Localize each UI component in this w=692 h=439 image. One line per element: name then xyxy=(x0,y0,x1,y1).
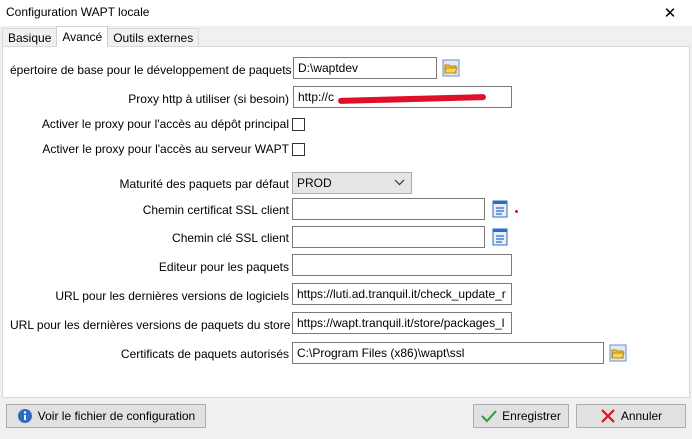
ssl-cert-input[interactable] xyxy=(292,198,485,220)
cross-icon xyxy=(600,408,616,424)
folder-open-icon[interactable] xyxy=(441,58,461,78)
url-store-input[interactable]: https://wapt.tranquil.it/store/packages_… xyxy=(292,312,512,334)
proxy-repo-label: Activer le proxy pour l'accès au dépôt p… xyxy=(41,117,289,131)
close-icon[interactable]: ✕ xyxy=(648,0,692,26)
cancel-button[interactable]: Annuler xyxy=(576,404,686,428)
save-label: Enregistrer xyxy=(502,409,561,423)
title-bar: Configuration WAPT locale ✕ xyxy=(0,0,692,26)
certs-input[interactable]: C:\Program Files (x86)\wapt\ssl xyxy=(292,342,604,364)
proxy-server-label: Activer le proxy pour l'accès au serveur… xyxy=(42,142,289,156)
view-config-label: Voir le fichier de configuration xyxy=(37,409,196,423)
ssl-cert-label: Chemin certificat SSL client xyxy=(142,203,289,217)
certs-label: Certificats de paquets autorisés xyxy=(120,347,289,361)
document-icon[interactable] xyxy=(490,227,510,247)
tab-bar: Basique Avancé Outils externes xyxy=(2,26,200,47)
proxy-server-checkbox[interactable] xyxy=(292,143,305,156)
ssl-key-input[interactable] xyxy=(292,226,485,248)
maturity-label: Maturité des paquets par défaut xyxy=(119,177,289,191)
marker-dot xyxy=(515,210,518,213)
maturity-value: PROD xyxy=(297,176,332,190)
chevron-down-icon xyxy=(394,175,405,192)
proxy-label: Proxy http à utiliser (si besoin) xyxy=(128,92,289,106)
tab-outils-externes[interactable]: Outils externes xyxy=(107,28,200,47)
base-dir-label: épertoire de base pour le développement … xyxy=(10,63,292,77)
checkmark-icon xyxy=(481,409,497,423)
editor-input[interactable] xyxy=(292,254,512,276)
document-icon[interactable] xyxy=(490,199,510,219)
folder-open-icon[interactable] xyxy=(608,343,628,363)
ssl-key-label: Chemin clé SSL client xyxy=(172,231,289,245)
info-icon xyxy=(17,408,33,424)
url-software-input[interactable]: https://luti.ad.tranquil.it/check_update… xyxy=(292,283,512,305)
window-title: Configuration WAPT locale xyxy=(6,5,150,19)
url-software-label: URL pour les dernières versions de logic… xyxy=(55,289,289,303)
editor-label: Editeur pour les paquets xyxy=(158,260,289,274)
cancel-label: Annuler xyxy=(620,409,663,423)
tab-basique[interactable]: Basique xyxy=(2,28,58,47)
view-config-button[interactable]: Voir le fichier de configuration xyxy=(6,404,206,428)
tab-avance[interactable]: Avancé xyxy=(56,26,109,47)
proxy-repo-checkbox[interactable] xyxy=(292,118,305,131)
base-dir-input[interactable]: D:\waptdev xyxy=(293,57,437,79)
url-store-label: URL pour les dernières versions de paque… xyxy=(10,318,291,332)
maturity-select[interactable]: PROD xyxy=(292,172,412,194)
save-button[interactable]: Enregistrer xyxy=(473,404,569,428)
